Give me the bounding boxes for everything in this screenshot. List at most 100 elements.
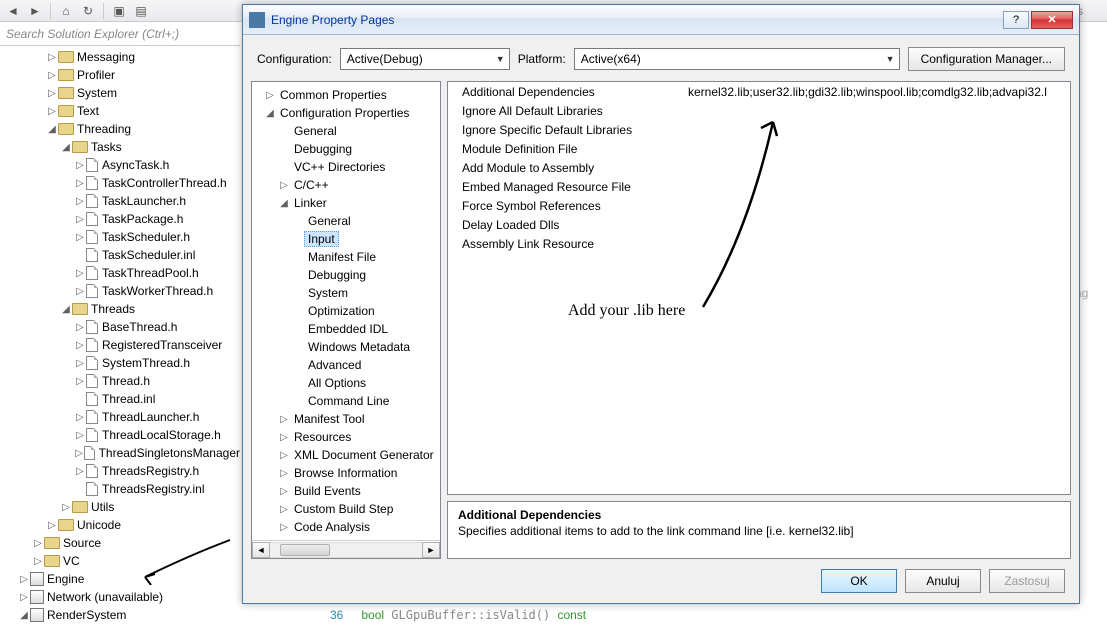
chevron-right-icon[interactable]: ▷	[46, 88, 58, 99]
tree-item[interactable]: ▷Network (unavailable)	[4, 588, 240, 606]
chevron-right-icon[interactable]: ▷	[74, 358, 86, 369]
chevron-down-icon[interactable]: ◢	[18, 610, 30, 621]
tree-item[interactable]: ◢Threads	[4, 300, 240, 318]
scroll-left-icon[interactable]: ◄	[252, 542, 270, 558]
chevron-down-icon[interactable]: ◢	[278, 198, 290, 209]
category-item[interactable]: General	[254, 122, 438, 140]
category-item[interactable]: ▷C/C++	[254, 176, 438, 194]
category-item[interactable]: Input	[254, 230, 438, 248]
chevron-right-icon[interactable]: ▷	[18, 592, 30, 603]
chevron-right-icon[interactable]: ▷	[60, 502, 72, 513]
chevron-right-icon[interactable]: ▷	[46, 520, 58, 531]
property-row[interactable]: Embed Managed Resource File	[448, 177, 1070, 196]
nav-fwd-icon[interactable]: ►	[26, 2, 44, 20]
chevron-right-icon[interactable]: ▷	[32, 556, 44, 567]
close-button[interactable]: ✕	[1031, 11, 1073, 29]
chevron-right-icon[interactable]: ▷	[278, 180, 290, 191]
chevron-right-icon[interactable]: ▷	[74, 466, 86, 477]
tree-item[interactable]: ◢Threading	[4, 120, 240, 138]
help-button[interactable]: ?	[1003, 11, 1029, 29]
category-item[interactable]: Advanced	[254, 356, 438, 374]
platform-combo[interactable]: Active(x64)▼	[574, 48, 900, 70]
category-item[interactable]: Windows Metadata	[254, 338, 438, 356]
chevron-down-icon[interactable]: ◢	[60, 142, 72, 153]
property-row[interactable]: Delay Loaded Dlls	[448, 215, 1070, 234]
tree-item[interactable]: ▷System	[4, 84, 240, 102]
property-value[interactable]: kernel32.lib;user32.lib;gdi32.lib;winspo…	[688, 85, 1070, 99]
category-item[interactable]: System	[254, 284, 438, 302]
dialog-titlebar[interactable]: Engine Property Pages ? ✕	[243, 5, 1079, 35]
category-item[interactable]: ◢Linker	[254, 194, 438, 212]
category-item[interactable]: ▷Resources	[254, 428, 438, 446]
tree-item[interactable]: ▷AsyncTask.h	[4, 156, 240, 174]
chevron-right-icon[interactable]: ▷	[74, 214, 86, 225]
tree-item[interactable]: ▷Utils	[4, 498, 240, 516]
chevron-right-icon[interactable]: ▷	[32, 538, 44, 549]
tree-item[interactable]: ThreadsRegistry.inl	[4, 480, 240, 498]
chevron-right-icon[interactable]: ▷	[74, 178, 86, 189]
chevron-right-icon[interactable]: ▷	[74, 196, 86, 207]
chevron-right-icon[interactable]: ▷	[74, 376, 86, 387]
property-row[interactable]: Add Module to Assembly	[448, 158, 1070, 177]
category-item[interactable]: ▷Custom Build Step	[254, 500, 438, 518]
properties-icon[interactable]: ▣	[110, 2, 128, 20]
tree-item[interactable]: ▷TaskLauncher.h	[4, 192, 240, 210]
property-row[interactable]: Assembly Link Resource	[448, 234, 1070, 253]
chevron-right-icon[interactable]: ▷	[18, 574, 30, 585]
scroll-right-icon[interactable]: ►	[422, 542, 440, 558]
category-item[interactable]: VC++ Directories	[254, 158, 438, 176]
property-grid[interactable]: Additional Dependencieskernel32.lib;user…	[447, 81, 1071, 495]
chevron-right-icon[interactable]: ▷	[74, 286, 86, 297]
property-row[interactable]: Force Symbol References	[448, 196, 1070, 215]
property-row[interactable]: Module Definition File	[448, 139, 1070, 158]
category-item[interactable]: ▷Common Properties	[254, 86, 438, 104]
ok-button[interactable]: OK	[821, 569, 897, 593]
chevron-right-icon[interactable]: ▷	[46, 70, 58, 81]
tree-item[interactable]: ▷Profiler	[4, 66, 240, 84]
chevron-right-icon[interactable]: ▷	[278, 450, 290, 461]
tree-item[interactable]: ▷TaskWorkerThread.h	[4, 282, 240, 300]
tree-item[interactable]: ▷Text	[4, 102, 240, 120]
chevron-right-icon[interactable]: ▷	[74, 160, 86, 171]
chevron-right-icon[interactable]: ▷	[264, 90, 276, 101]
home-icon[interactable]: ⌂	[57, 2, 75, 20]
tree-item[interactable]: ▷TaskPackage.h	[4, 210, 240, 228]
solution-search-input[interactable]: Search Solution Explorer (Ctrl+;)	[0, 22, 240, 46]
category-item[interactable]: Embedded IDL	[254, 320, 438, 338]
tree-item[interactable]: ▷Messaging	[4, 48, 240, 66]
tree-item[interactable]: ◢RenderSystem	[4, 606, 240, 624]
category-item[interactable]: ▷Manifest Tool	[254, 410, 438, 428]
nav-back-icon[interactable]: ◄	[4, 2, 22, 20]
chevron-right-icon[interactable]: ▷	[74, 268, 86, 279]
category-item[interactable]: Debugging	[254, 140, 438, 158]
horizontal-scrollbar[interactable]: ◄ ►	[252, 540, 440, 558]
category-item[interactable]: ▷Code Analysis	[254, 518, 438, 536]
tree-item[interactable]: ▷TaskControllerThread.h	[4, 174, 240, 192]
sync-icon[interactable]: ↻	[79, 2, 97, 20]
category-item[interactable]: ▷Build Events	[254, 482, 438, 500]
chevron-right-icon[interactable]: ▷	[74, 322, 86, 333]
category-item[interactable]: ◢Configuration Properties	[254, 104, 438, 122]
category-item[interactable]: Command Line	[254, 392, 438, 410]
apply-button[interactable]: Zastosuj	[989, 569, 1065, 593]
chevron-right-icon[interactable]: ▷	[74, 430, 86, 441]
chevron-right-icon[interactable]: ▷	[74, 232, 86, 243]
tree-item[interactable]: ▷BaseThread.h	[4, 318, 240, 336]
chevron-right-icon[interactable]: ▷	[278, 522, 290, 533]
chevron-down-icon[interactable]: ◢	[264, 108, 276, 119]
category-item[interactable]: All Options	[254, 374, 438, 392]
tree-item[interactable]: ▷Thread.h	[4, 372, 240, 390]
chevron-right-icon[interactable]: ▷	[278, 486, 290, 497]
chevron-right-icon[interactable]: ▷	[46, 52, 58, 63]
tree-item[interactable]: ▷ThreadLocalStorage.h	[4, 426, 240, 444]
tree-item[interactable]: ▷ThreadsRegistry.h	[4, 462, 240, 480]
category-item[interactable]: General	[254, 212, 438, 230]
chevron-right-icon[interactable]: ▷	[46, 106, 58, 117]
chevron-right-icon[interactable]: ▷	[278, 468, 290, 479]
configuration-combo[interactable]: Active(Debug)▼	[340, 48, 510, 70]
tree-item[interactable]: Thread.inl	[4, 390, 240, 408]
tree-item[interactable]: ▷Source	[4, 534, 240, 552]
chevron-down-icon[interactable]: ◢	[60, 304, 72, 315]
tree-item[interactable]: ▷ThreadSingletonsManager	[4, 444, 240, 462]
show-all-icon[interactable]: ▤	[132, 2, 150, 20]
